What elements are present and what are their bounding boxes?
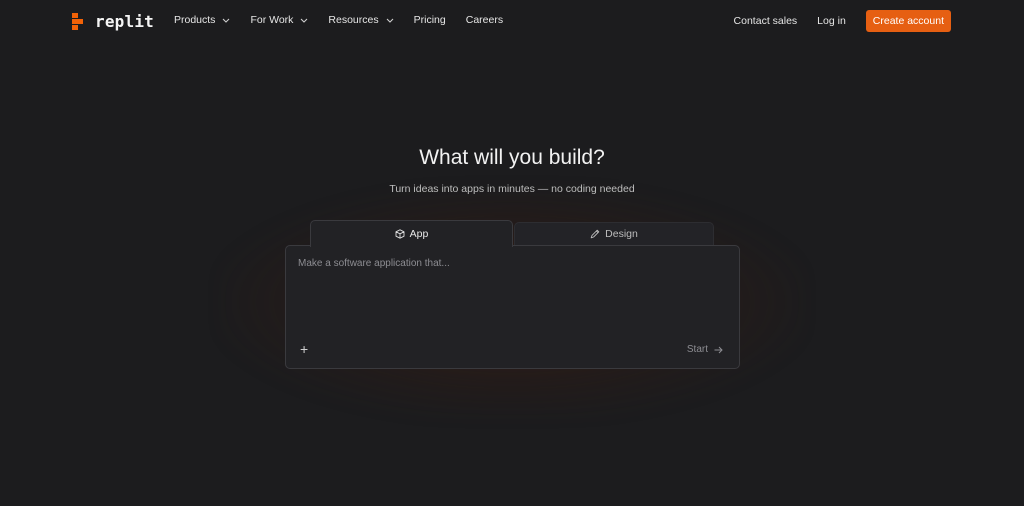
tab-label: App bbox=[409, 228, 429, 240]
nav-for-work[interactable]: For Work bbox=[250, 14, 308, 26]
start-label: Start bbox=[686, 344, 708, 355]
page-title: What will you build? bbox=[419, 146, 605, 169]
replit-logo[interactable]: replit bbox=[72, 11, 154, 31]
nav-careers[interactable]: Careers bbox=[466, 14, 503, 26]
replit-logo-icon bbox=[72, 12, 83, 30]
nav-label: Products bbox=[174, 14, 216, 26]
nav-label: For Work bbox=[250, 14, 294, 26]
nav-products[interactable]: Products bbox=[174, 14, 230, 26]
contact-sales-link[interactable]: Contact sales bbox=[734, 15, 798, 27]
tab-app[interactable]: App bbox=[310, 220, 513, 247]
pencil-icon bbox=[590, 229, 600, 239]
nav-pricing[interactable]: Pricing bbox=[414, 14, 446, 26]
chevron-down-icon bbox=[301, 18, 308, 23]
cube-icon bbox=[395, 229, 405, 239]
add-attachment-icon[interactable]: + bbox=[300, 342, 308, 356]
brand-name: replit bbox=[95, 11, 154, 31]
prompt-box: + Start bbox=[285, 245, 740, 369]
tab-design[interactable]: Design bbox=[514, 222, 714, 245]
chevron-down-icon bbox=[386, 18, 394, 23]
nav-label: Pricing bbox=[413, 14, 446, 26]
page-subtitle: Turn ideas into apps in minutes — no cod… bbox=[389, 183, 635, 195]
start-button[interactable]: Start bbox=[687, 344, 723, 355]
page: replit Products For Work Resources Prici… bbox=[0, 0, 1024, 506]
nav-label: Careers bbox=[465, 14, 504, 26]
chevron-down-icon bbox=[223, 18, 230, 23]
login-link[interactable]: Log in bbox=[817, 15, 846, 27]
create-account-button[interactable]: Create account bbox=[865, 10, 951, 32]
main-nav: Products For Work Resources Pricing Care… bbox=[174, 14, 503, 26]
arrow-right-icon bbox=[714, 346, 723, 353]
nav-label: Resources bbox=[328, 14, 379, 26]
tab-label: Design bbox=[605, 228, 638, 240]
account-nav: Contact sales Log in Create account bbox=[734, 10, 951, 32]
prompt-input[interactable] bbox=[298, 258, 718, 269]
nav-resources[interactable]: Resources bbox=[328, 14, 394, 26]
top-nav-bar: replit Products For Work Resources Prici… bbox=[0, 0, 1024, 44]
